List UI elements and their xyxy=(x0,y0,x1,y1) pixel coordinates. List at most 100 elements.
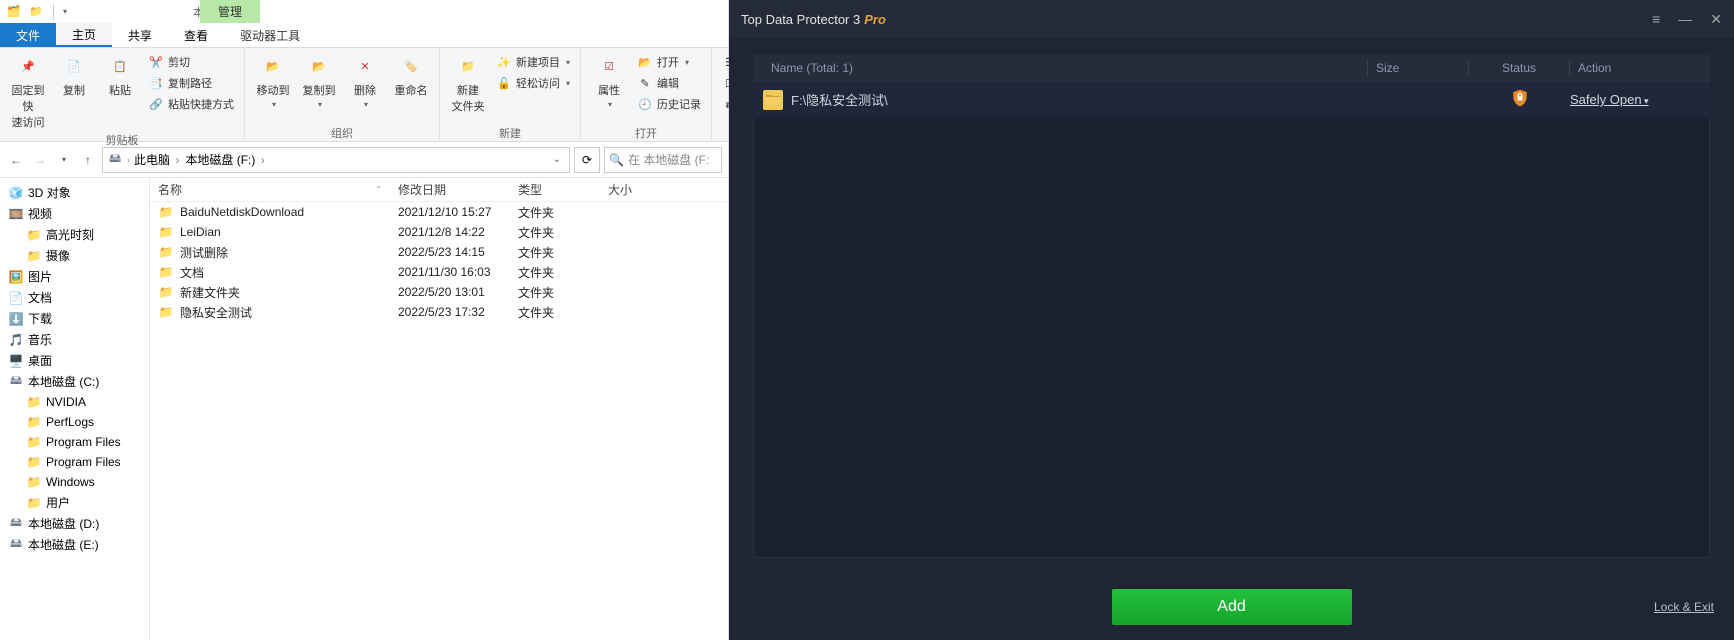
tab-drive-tools[interactable]: 驱动器工具 xyxy=(224,23,316,47)
paste-button[interactable]: 📋粘贴 xyxy=(98,50,142,100)
new-item-button[interactable]: ✨新建项目 xyxy=(492,52,574,72)
folder-icon: 📁 xyxy=(158,304,174,320)
quick-access-toolbar: 🗂️ 📁 ▾ 管理 本地磁盘 (F:) xyxy=(0,0,728,23)
folder-icon: 📁 xyxy=(158,284,174,300)
col-status-header[interactable]: Status xyxy=(1469,61,1569,75)
open-button[interactable]: 📂打开 xyxy=(633,52,705,72)
new-folder-button[interactable]: 📁新建 文件夹 xyxy=(446,50,490,116)
delete-button[interactable]: ✕删除 xyxy=(343,50,387,111)
tree-item[interactable]: 🖴本地磁盘 (E:) xyxy=(0,534,149,555)
search-icon: 🔍 xyxy=(609,153,624,167)
tree-item[interactable]: 📁NVIDIA xyxy=(0,392,149,412)
group-label: 新建 xyxy=(446,125,574,141)
file-name: LeiDian xyxy=(180,225,221,239)
group-label: 组织 xyxy=(251,125,433,141)
safely-open-action[interactable]: Safely Open xyxy=(1570,92,1649,107)
tree-item[interactable]: 📁PerfLogs xyxy=(0,412,149,432)
folder-icon: 📁 xyxy=(26,227,42,243)
history-button[interactable]: 🕘历史记录 xyxy=(633,94,705,114)
paste-shortcut-button[interactable]: 🔗粘贴快捷方式 xyxy=(144,94,238,114)
tdp-titlebar[interactable]: Top Data Protector 3 Pro ≡ — ✕ xyxy=(729,0,1734,38)
address-bar[interactable]: 🖴 › 此电脑 本地磁盘 (F:) ⌄ xyxy=(102,147,570,173)
tab-share[interactable]: 共享 xyxy=(112,23,168,47)
breadcrumb[interactable]: 此电脑 xyxy=(134,151,181,168)
doc-icon: 📄 xyxy=(8,290,24,306)
file-list[interactable]: 名称⌃ 修改日期 类型 大小 📁BaiduNetdiskDownload2021… xyxy=(150,178,728,640)
nav-up-button[interactable]: ↑ xyxy=(78,150,98,170)
file-row[interactable]: 📁LeiDian2021/12/8 14:22文件夹 xyxy=(150,222,728,242)
file-date: 2022/5/23 14:15 xyxy=(390,245,510,259)
search-input[interactable]: 🔍 在 本地磁盘 (F: xyxy=(604,147,722,173)
lock-and-exit-link[interactable]: Lock & Exit xyxy=(1654,600,1714,614)
tree-item[interactable]: 📄文档 xyxy=(0,287,149,308)
file-type: 文件夹 xyxy=(510,204,600,221)
tree-item[interactable]: 🧊3D 对象 xyxy=(0,182,149,203)
tree-item-label: 文档 xyxy=(28,289,52,306)
ribbon-group-new: 📁新建 文件夹 ✨新建项目 🔓轻松访问 新建 xyxy=(440,48,581,141)
cut-button[interactable]: ✂️剪切 xyxy=(144,52,238,72)
tab-home[interactable]: 主页 xyxy=(56,23,112,47)
close-icon[interactable]: ✕ xyxy=(1710,11,1722,28)
refresh-button[interactable]: ⟳ xyxy=(574,147,600,173)
col-date-header[interactable]: 修改日期 xyxy=(390,181,510,198)
file-row[interactable]: 📁文档2021/11/30 16:03文件夹 xyxy=(150,262,728,282)
tdp-list-empty-area[interactable] xyxy=(753,118,1710,558)
tree-item[interactable]: 📁摄像 xyxy=(0,245,149,266)
tree-item[interactable]: 🖥️桌面 xyxy=(0,350,149,371)
app-title: Top Data Protector 3 xyxy=(741,12,860,27)
tree-item[interactable]: 📁Program Files xyxy=(0,452,149,472)
minimize-icon[interactable]: — xyxy=(1678,11,1692,28)
tree-item[interactable]: 📁Program Files xyxy=(0,432,149,452)
qat-dropdown-icon[interactable]: ▾ xyxy=(63,7,67,16)
qat-folder-icon[interactable]: 📁 xyxy=(28,4,44,20)
col-size-header[interactable]: 大小 xyxy=(600,181,680,198)
col-name-header[interactable]: Name (Total: 1) xyxy=(763,61,1367,75)
tree-item[interactable]: 🎞️视频 xyxy=(0,203,149,224)
tree-item[interactable]: 📁高光时刻 xyxy=(0,224,149,245)
tree-item[interactable]: 🎵音乐 xyxy=(0,329,149,350)
tree-item[interactable]: 🖴本地磁盘 (C:) xyxy=(0,371,149,392)
file-list-header[interactable]: 名称⌃ 修改日期 类型 大小 xyxy=(150,178,728,202)
nav-recent-icon[interactable]: ▾ xyxy=(54,150,74,170)
tree-item[interactable]: 📁用户 xyxy=(0,492,149,513)
rename-button[interactable]: 🏷️重命名 xyxy=(389,50,433,100)
col-size-header[interactable]: Size xyxy=(1368,61,1468,75)
col-action-header[interactable]: Action xyxy=(1570,61,1700,75)
move-to-button[interactable]: 📂移动到 xyxy=(251,50,295,111)
edit-button[interactable]: ✎编辑 xyxy=(633,73,705,93)
copy-to-button[interactable]: 📂复制到 xyxy=(297,50,341,111)
file-row[interactable]: 📁测试删除2022/5/23 14:15文件夹 xyxy=(150,242,728,262)
pin-to-quick-access-button[interactable]: 📌固定到快 速访问 xyxy=(6,50,50,132)
file-row[interactable]: 📁隐私安全测试2022/5/23 17:32文件夹 xyxy=(150,302,728,322)
add-button[interactable]: Add xyxy=(1112,589,1352,625)
menu-icon[interactable]: ≡ xyxy=(1652,11,1660,28)
ribbon-group-open: ☑属性 📂打开 ✎编辑 🕘历史记录 打开 xyxy=(581,48,712,141)
file-date: 2021/11/30 16:03 xyxy=(390,265,510,279)
tree-item[interactable]: 🖼️图片 xyxy=(0,266,149,287)
properties-button[interactable]: ☑属性 xyxy=(587,50,631,111)
file-type: 文件夹 xyxy=(510,304,600,321)
tree-item[interactable]: 🖴本地磁盘 (D:) xyxy=(0,513,149,534)
address-dropdown-icon[interactable]: ⌄ xyxy=(549,154,565,165)
ribbon-group-clipboard: 📌固定到快 速访问 📄复制 📋粘贴 ✂️剪切 📑复制路径 🔗粘贴快捷方式 剪贴板 xyxy=(0,48,245,141)
protected-item-row[interactable]: F:\隐私安全测试\Safely Open xyxy=(753,82,1710,118)
copy-button[interactable]: 📄复制 xyxy=(52,50,96,100)
easy-access-button[interactable]: 🔓轻松访问 xyxy=(492,73,574,93)
tree-item-label: NVIDIA xyxy=(46,395,86,409)
nav-forward-button[interactable]: → xyxy=(30,150,50,170)
nav-back-button[interactable]: ← xyxy=(6,150,26,170)
cube-icon: 🧊 xyxy=(8,185,24,201)
copy-path-button[interactable]: 📑复制路径 xyxy=(144,73,238,93)
tree-item[interactable]: 📁Windows xyxy=(0,472,149,492)
col-name-header[interactable]: 名称⌃ xyxy=(150,181,390,198)
tree-item[interactable]: ⬇️下载 xyxy=(0,308,149,329)
file-row[interactable]: 📁新建文件夹2022/5/20 13:01文件夹 xyxy=(150,282,728,302)
tree-item-label: 图片 xyxy=(28,268,52,285)
tab-view[interactable]: 查看 xyxy=(168,23,224,47)
file-row[interactable]: 📁BaiduNetdiskDownload2021/12/10 15:27文件夹 xyxy=(150,202,728,222)
nav-tree[interactable]: 🧊3D 对象🎞️视频📁高光时刻📁摄像🖼️图片📄文档⬇️下载🎵音乐🖥️桌面🖴本地磁… xyxy=(0,178,150,640)
breadcrumb[interactable]: 本地磁盘 (F:) xyxy=(185,151,266,168)
col-type-header[interactable]: 类型 xyxy=(510,181,600,198)
tab-file[interactable]: 文件 xyxy=(0,23,56,47)
folder-icon: 📁 xyxy=(26,248,42,264)
